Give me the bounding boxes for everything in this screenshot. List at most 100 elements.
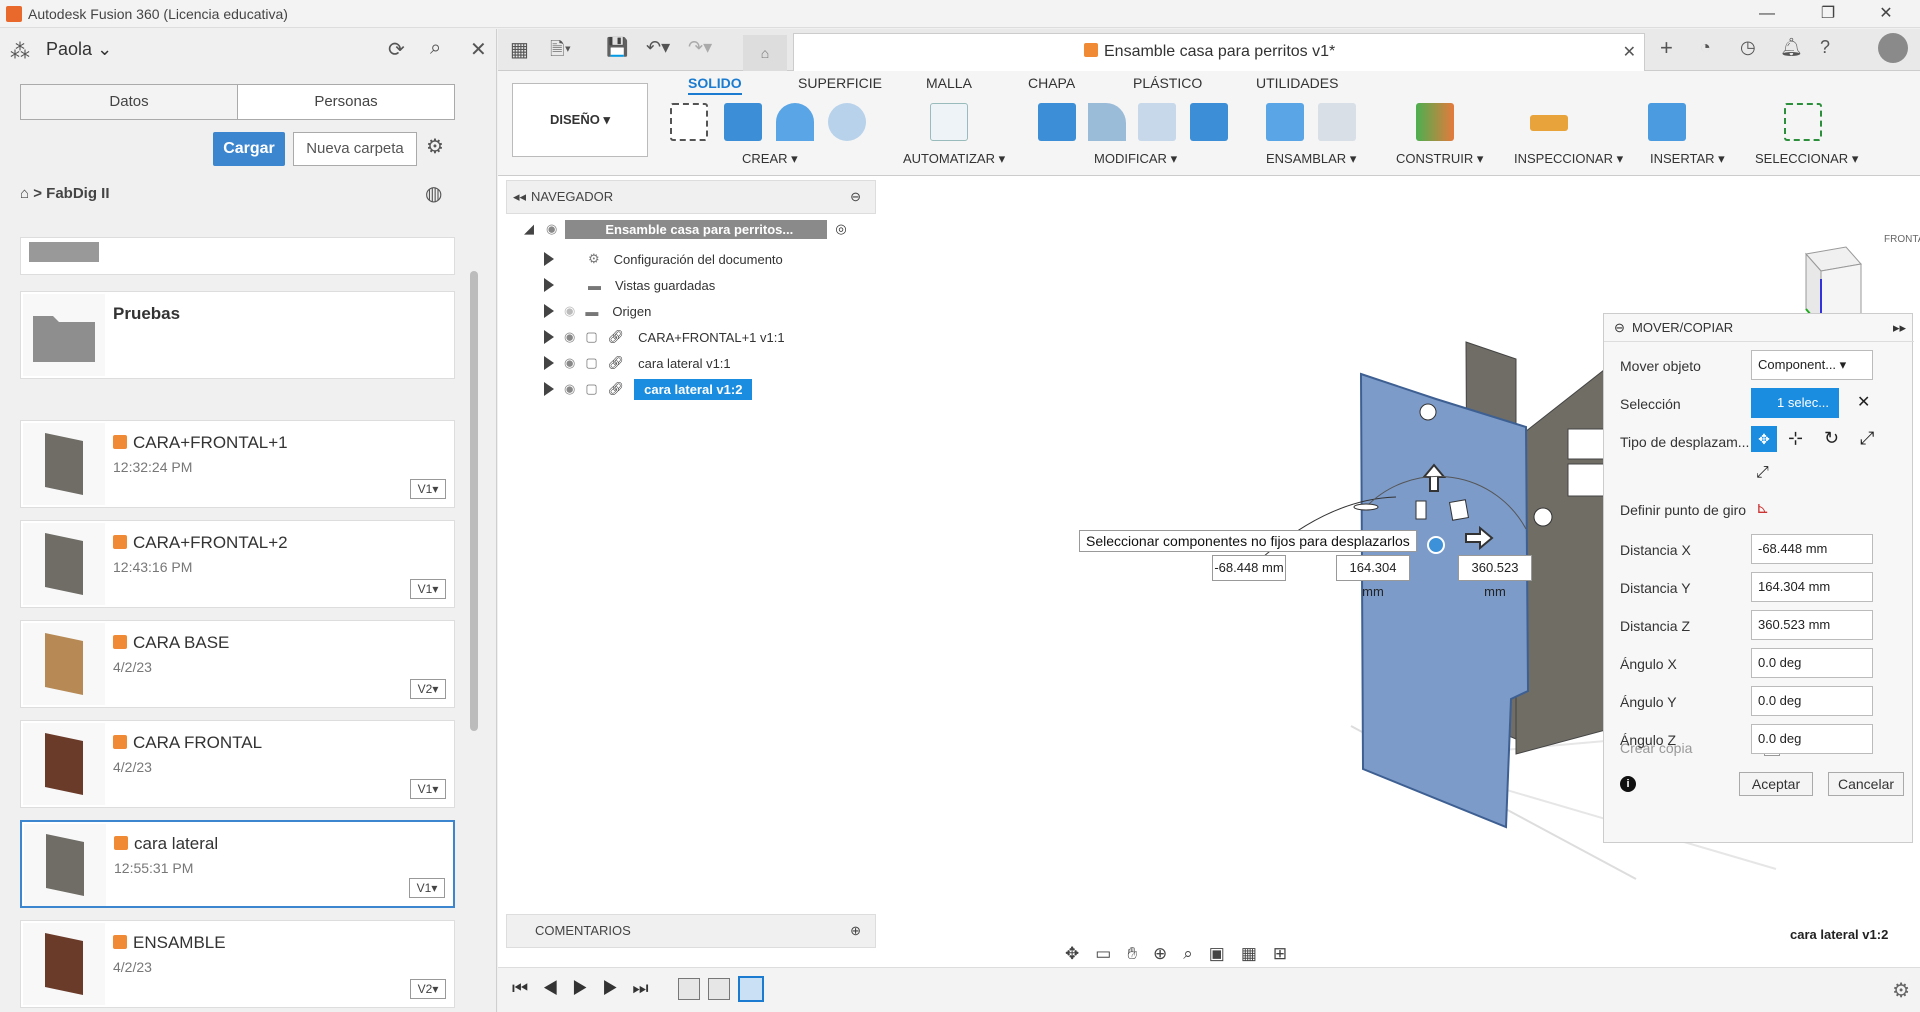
navigator-row[interactable]: ◉ ▢ 🔗︎ CARA+FRONTAL+1 v1:1 [544, 324, 789, 350]
expand-triangle-icon[interactable] [544, 252, 554, 266]
eye-icon[interactable]: ◉ [564, 303, 575, 319]
help-icon[interactable]: ? [1820, 37, 1830, 58]
tab-solido[interactable]: SOLIDO [688, 75, 742, 95]
look-at-icon[interactable]: ▭ [1095, 944, 1127, 963]
redo-icon[interactable]: ↷▾ [688, 37, 712, 58]
new-folder-button[interactable]: Nueva carpeta [293, 132, 417, 166]
field-input[interactable]: -68.448 mm [1751, 534, 1873, 564]
version-dropdown[interactable]: V1▾ [410, 779, 446, 799]
combine-icon[interactable] [1190, 103, 1228, 141]
upload-button[interactable]: Cargar [213, 132, 285, 166]
close-tab-icon[interactable]: ✕ [1623, 42, 1636, 62]
free-move-icon[interactable]: ✥ [1751, 426, 1777, 452]
design-list-item[interactable]: CARA BASE 4/2/23 V2▾ [20, 620, 455, 708]
version-dropdown[interactable]: V2▾ [410, 679, 446, 699]
document-tab[interactable]: Ensamble casa para perritos v1* ✕ [793, 33, 1645, 71]
breadcrumb-project[interactable]: FabDig II [46, 185, 109, 202]
tab-malla[interactable]: MALLA [926, 75, 972, 91]
dim-input-z[interactable]: 360.523 mm [1458, 555, 1532, 599]
job-status-icon[interactable]: ◷ [1740, 37, 1756, 58]
orbit-icon[interactable]: ✥ [1065, 944, 1095, 963]
breadcrumb[interactable]: ⌂ > FabDig II [20, 185, 110, 202]
version-dropdown[interactable]: V1▾ [409, 878, 445, 898]
info-icon[interactable]: i [1620, 776, 1636, 792]
fillet-icon[interactable] [1088, 103, 1126, 141]
navigator-minus-icon[interactable]: ⊖ [850, 181, 861, 213]
automate-icon[interactable] [930, 103, 968, 141]
minimize-icon[interactable]: — [1757, 4, 1777, 24]
tree-root[interactable]: ◢ ◉ Ensamble casa para perritos... ◎ [524, 216, 884, 242]
measure-icon[interactable] [1530, 115, 1568, 131]
dim-input-y[interactable]: 164.304 mm [1336, 555, 1410, 599]
rotate-icon[interactable]: ↻ [1824, 428, 1839, 449]
design-list-item[interactable]: CARA+FRONTAL+2 12:43:16 PM V1▾ [20, 520, 455, 608]
create-sketch-icon[interactable] [670, 103, 708, 141]
close-window-icon[interactable]: ✕ [1876, 4, 1896, 24]
point-to-position-icon[interactable]: ⤢ [1756, 464, 1769, 482]
group-insertar[interactable]: INSERTAR ▾ [1650, 151, 1725, 167]
eye-icon[interactable]: ◉ [564, 355, 575, 371]
navigator-row[interactable]: ⚙ Configuración del documento [544, 246, 789, 272]
field-input[interactable]: 360.523 mm [1751, 610, 1873, 640]
version-dropdown[interactable]: V1▾ [410, 579, 446, 599]
navigator-row[interactable]: ◉ ▢ 🔗︎ cara lateral v1:1 [544, 350, 789, 376]
translate-icon[interactable]: ⊹ [1788, 428, 1803, 449]
scrollbar[interactable] [470, 271, 478, 731]
plus-circle-icon[interactable]: ⊕ [850, 915, 861, 947]
accept-button[interactable]: Aceptar [1739, 772, 1813, 796]
expand-triangle-icon[interactable] [544, 382, 554, 396]
tab-chapa[interactable]: CHAPA [1028, 75, 1075, 91]
search-icon[interactable]: ⌕ [430, 37, 441, 60]
expand-triangle-icon[interactable] [544, 356, 554, 370]
navigator-row[interactable]: ◉ ▢ 🔗︎ cara lateral v1:2 [544, 376, 789, 402]
group-modificar[interactable]: MODIFICAR ▾ [1094, 151, 1177, 167]
extensions-icon[interactable]: ◔ [1700, 37, 1711, 58]
tab-plastico[interactable]: PLÁSTICO [1133, 75, 1202, 91]
group-automatizar[interactable]: AUTOMATIZAR ▾ [903, 151, 1005, 167]
radio-icon[interactable]: ◎ [835, 221, 846, 237]
avatar[interactable] [1878, 33, 1908, 63]
collapse-icon[interactable]: ◂◂ [513, 181, 526, 213]
new-tab-icon[interactable]: + [1660, 35, 1673, 61]
field-input[interactable]: 0.0 deg [1751, 724, 1873, 754]
grid-menu-icon[interactable]: ▦ [510, 37, 529, 62]
grid-icon[interactable]: ▦ [1241, 944, 1273, 963]
set-pivot-icon[interactable]: ⊾ [1756, 498, 1769, 518]
joint-icon[interactable] [1318, 103, 1356, 141]
tab-datos[interactable]: Datos [21, 85, 238, 119]
list-item[interactable] [20, 237, 455, 275]
dim-input-x[interactable]: -68.448 mm [1212, 555, 1286, 581]
field-input[interactable]: 0.0 deg [1751, 686, 1873, 716]
field-input[interactable]: 0.0 deg [1751, 648, 1873, 678]
last-step-icon[interactable]: ⏭ [632, 978, 662, 998]
design-list-item[interactable]: cara lateral 12:55:31 PM V1▾ [20, 820, 455, 908]
expand-triangle-icon[interactable] [544, 304, 554, 318]
cancel-button[interactable]: Cancelar [1828, 772, 1904, 796]
tab-utilidades[interactable]: UTILIDADES [1256, 75, 1338, 91]
gear-icon[interactable]: ⚙ [426, 134, 444, 159]
group-inspeccionar[interactable]: INSPECCIONAR ▾ [1514, 151, 1623, 167]
move-panel-header[interactable]: ⊖ MOVER/COPIAR ▸▸ [1604, 314, 1914, 342]
first-step-icon[interactable]: ⏮ [512, 978, 542, 998]
navigator-row[interactable]: ▬ Vistas guardadas [544, 272, 789, 298]
version-dropdown[interactable]: V2▾ [410, 979, 446, 999]
workspace-switcher[interactable]: DISEÑO ▾ [512, 83, 648, 157]
home-tab-icon[interactable]: ⌂ [743, 35, 787, 71]
version-dropdown[interactable]: V1▾ [410, 479, 446, 499]
navigator-header[interactable]: ◂◂ NAVEGADOR ⊖ [506, 180, 876, 214]
hole-icon[interactable] [828, 103, 866, 141]
collapse-triangle-icon[interactable]: ◢ [524, 221, 538, 237]
maximize-icon[interactable]: ❐ [1818, 4, 1838, 24]
globe-icon[interactable]: ◍ [425, 181, 442, 206]
press-pull-icon[interactable] [1038, 103, 1076, 141]
zoom-icon[interactable]: ⊕ [1153, 944, 1183, 963]
group-construir[interactable]: CONSTRUIR ▾ [1396, 151, 1483, 167]
selection-button[interactable]: 1 selec... [1751, 388, 1839, 418]
construct-plane-icon[interactable] [1416, 103, 1454, 141]
folder-item[interactable]: Pruebas [20, 291, 455, 379]
design-list-item[interactable]: CARA FRONTAL 4/2/23 V1▾ [20, 720, 455, 808]
shell-icon[interactable] [1138, 103, 1176, 141]
close-panel-icon[interactable]: ✕ [470, 37, 487, 62]
group-crear[interactable]: CREAR ▾ [742, 151, 798, 167]
undo-icon[interactable]: ↶▾ [646, 37, 670, 58]
